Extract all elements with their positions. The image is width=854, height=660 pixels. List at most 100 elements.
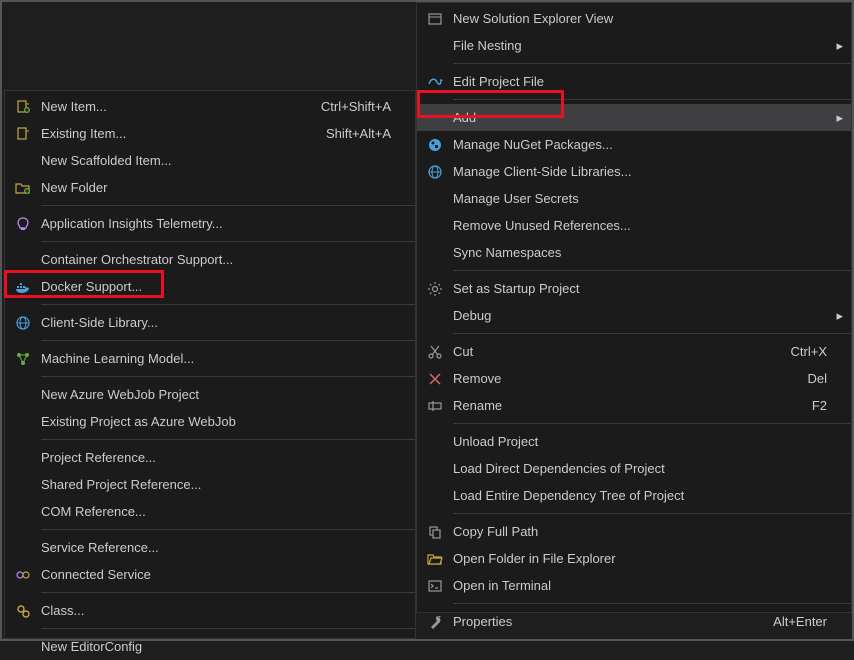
leftMenu-item-client-side-library[interactable]: Client-Side Library... <box>5 309 415 336</box>
leftMenu-item-com-reference[interactable]: COM Reference... <box>5 498 415 525</box>
rightMenu-item-edit-project-file[interactable]: Edit Project File <box>417 68 851 95</box>
rightMenu-item-set-as-startup-project[interactable]: Set as Startup Project <box>417 275 851 302</box>
submenu-arrow-icon: ▸ <box>827 308 843 324</box>
leftMenu-item-docker-support[interactable]: Docker Support... <box>5 273 415 300</box>
rightMenu-item-load-direct-dependencies-of-project[interactable]: Load Direct Dependencies of Project <box>417 455 851 482</box>
menu-separator <box>41 376 415 377</box>
rename-icon <box>417 398 453 414</box>
menu-separator <box>453 513 851 514</box>
leftMenu-item-new-editorconfig[interactable]: New EditorConfig <box>5 633 415 660</box>
rightMenu-item-manage-client-side-libraries[interactable]: Manage Client-Side Libraries... <box>417 158 851 185</box>
rightMenu-item-open-in-terminal[interactable]: Open in Terminal <box>417 572 851 599</box>
menu-item-label: Connected Service <box>41 567 391 582</box>
menu-item-label: New Azure WebJob Project <box>41 387 391 402</box>
new-folder-icon <box>5 180 41 196</box>
menu-item-label: Container Orchestrator Support... <box>41 252 391 267</box>
leftMenu-item-project-reference[interactable]: Project Reference... <box>5 444 415 471</box>
menu-item-label: Manage User Secrets <box>453 191 827 206</box>
rightMenu-item-file-nesting[interactable]: File Nesting▸ <box>417 32 851 59</box>
edit-icon <box>417 74 453 90</box>
menu-item-label: Add <box>453 110 827 125</box>
leftMenu-item-new-folder[interactable]: New Folder <box>5 174 415 201</box>
context-menu-panel: New Solution Explorer ViewFile Nesting▸ E… <box>416 2 852 613</box>
leftMenu-item-existing-project-as-azure-webjob[interactable]: Existing Project as Azure WebJob <box>5 408 415 435</box>
menu-item-label: Open in Terminal <box>453 578 827 593</box>
rightMenu-item-cut[interactable]: CutCtrl+X <box>417 338 851 365</box>
menu-separator <box>41 628 415 629</box>
menu-item-label: Machine Learning Model... <box>41 351 391 366</box>
leftMenu-item-new-scaffolded-item[interactable]: New Scaffolded Item... <box>5 147 415 174</box>
menu-separator <box>453 333 851 334</box>
menu-separator <box>453 603 851 604</box>
leftMenu-item-machine-learning-model[interactable]: Machine Learning Model... <box>5 345 415 372</box>
rightMenu-item-debug[interactable]: Debug▸ <box>417 302 851 329</box>
rightMenu-item-manage-user-secrets[interactable]: Manage User Secrets <box>417 185 851 212</box>
menu-item-shortcut: Alt+Enter <box>753 614 827 629</box>
menu-item-label: Debug <box>453 308 827 323</box>
leftMenu-item-application-insights-telemetry[interactable]: Application Insights Telemetry... <box>5 210 415 237</box>
menu-separator <box>41 340 415 341</box>
copy-icon <box>417 524 453 540</box>
leftMenu-item-connected-service[interactable]: Connected Service <box>5 561 415 588</box>
rightMenu-item-add[interactable]: Add▸ <box>417 104 851 131</box>
menu-item-label: COM Reference... <box>41 504 391 519</box>
connected-service-icon <box>5 567 41 583</box>
menu-separator <box>41 304 415 305</box>
leftMenu-item-existing-item[interactable]: Existing Item...Shift+Alt+A <box>5 120 415 147</box>
leftMenu-item-service-reference[interactable]: Service Reference... <box>5 534 415 561</box>
nuget-icon <box>417 137 453 153</box>
gear-icon <box>417 281 453 297</box>
rightMenu-item-manage-nuget-packages[interactable]: Manage NuGet Packages... <box>417 131 851 158</box>
solution-view-icon <box>417 11 453 27</box>
rightMenu-item-sync-namespaces[interactable]: Sync Namespaces <box>417 239 851 266</box>
menu-separator <box>41 529 415 530</box>
menu-item-label: New EditorConfig <box>41 639 391 654</box>
add-submenu-panel: New Item...Ctrl+Shift+AExisting Item...S… <box>4 90 416 639</box>
menu-item-label: Docker Support... <box>41 279 391 294</box>
leftMenu-item-shared-project-reference[interactable]: Shared Project Reference... <box>5 471 415 498</box>
menu-item-label: Manage Client-Side Libraries... <box>453 164 827 179</box>
menu-item-label: Service Reference... <box>41 540 391 555</box>
menu-item-label: Properties <box>453 614 753 629</box>
submenu-arrow-icon: ▸ <box>827 110 843 126</box>
wrench-icon <box>417 614 453 630</box>
app-insights-icon <box>5 216 41 232</box>
rightMenu-item-load-entire-dependency-tree-of-project[interactable]: Load Entire Dependency Tree of Project <box>417 482 851 509</box>
rightMenu-item-remove-unused-references[interactable]: Remove Unused References... <box>417 212 851 239</box>
rightMenu-item-rename[interactable]: RenameF2 <box>417 392 851 419</box>
new-item-icon <box>5 99 41 115</box>
menu-item-label: Load Entire Dependency Tree of Project <box>453 488 827 503</box>
cut-icon <box>417 344 453 360</box>
rightMenu-item-remove[interactable]: RemoveDel <box>417 365 851 392</box>
menu-item-label: Set as Startup Project <box>453 281 827 296</box>
menu-item-label: Remove Unused References... <box>453 218 827 233</box>
menu-item-label: Cut <box>453 344 771 359</box>
class-icon <box>5 603 41 619</box>
rightMenu-item-open-folder-in-file-explorer[interactable]: Open Folder in File Explorer <box>417 545 851 572</box>
rightMenu-item-new-solution-explorer-view[interactable]: New Solution Explorer View <box>417 5 851 32</box>
docker-icon <box>5 279 41 295</box>
rightMenu-item-properties[interactable]: PropertiesAlt+Enter <box>417 608 851 635</box>
menu-item-label: Open Folder in File Explorer <box>453 551 827 566</box>
menu-item-label: Shared Project Reference... <box>41 477 391 492</box>
menu-item-label: Sync Namespaces <box>453 245 827 260</box>
existing-item-icon <box>5 126 41 142</box>
rightMenu-item-unload-project[interactable]: Unload Project <box>417 428 851 455</box>
leftMenu-item-new-azure-webjob-project[interactable]: New Azure WebJob Project <box>5 381 415 408</box>
menu-separator <box>453 270 851 271</box>
rightMenu-item-copy-full-path[interactable]: Copy Full Path <box>417 518 851 545</box>
menu-item-label: Edit Project File <box>453 74 827 89</box>
menu-item-label: Rename <box>453 398 792 413</box>
menu-item-label: New Scaffolded Item... <box>41 153 391 168</box>
menu-item-shortcut: Ctrl+X <box>771 344 827 359</box>
leftMenu-item-class[interactable]: Class... <box>5 597 415 624</box>
folder-open-icon <box>417 551 453 567</box>
menu-item-label: Class... <box>41 603 391 618</box>
menu-item-label: Client-Side Library... <box>41 315 391 330</box>
menu-item-label: Remove <box>453 371 787 386</box>
menu-item-shortcut: Del <box>787 371 827 386</box>
menu-separator <box>453 63 851 64</box>
menu-item-label: New Folder <box>41 180 391 195</box>
leftMenu-item-container-orchestrator-support[interactable]: Container Orchestrator Support... <box>5 246 415 273</box>
leftMenu-item-new-item[interactable]: New Item...Ctrl+Shift+A <box>5 93 415 120</box>
